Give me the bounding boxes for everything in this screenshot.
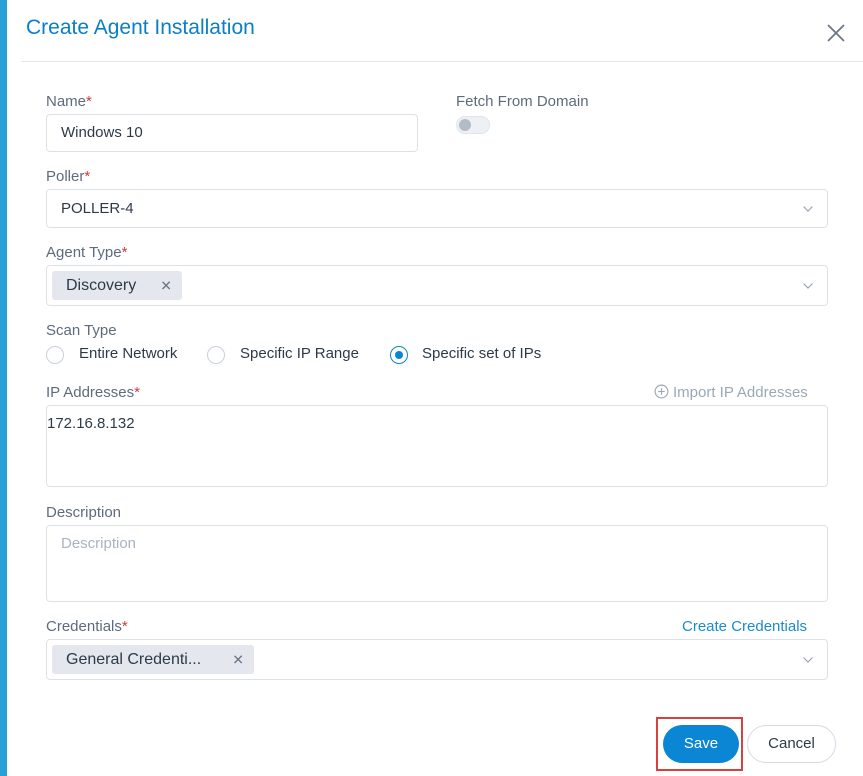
- required-marker: *: [121, 618, 128, 635]
- agent-type-label: Agent Type*: [46, 244, 128, 261]
- required-marker: *: [84, 168, 91, 185]
- import-ip-addresses-text: Import IP Addresses: [673, 384, 808, 401]
- save-button[interactable]: Save: [663, 725, 739, 763]
- description-textarea[interactable]: Description: [46, 525, 828, 602]
- ip-addresses-value: 172.16.8.132: [47, 415, 135, 432]
- import-ip-addresses-link[interactable]: Import IP Addresses: [654, 384, 808, 401]
- header-divider: [21, 61, 863, 62]
- required-marker: *: [86, 93, 92, 110]
- required-marker: *: [134, 384, 140, 401]
- fetch-from-domain-label: Fetch From Domain: [456, 93, 589, 110]
- credentials-select[interactable]: General Credenti... ✕: [46, 639, 828, 680]
- radio-specific-ip-range-label: Specific IP Range: [240, 345, 359, 362]
- chevron-down-icon: [803, 206, 813, 212]
- chevron-down-icon: [803, 657, 813, 663]
- radio-specific-set-of-ips-label: Specific set of IPs: [422, 345, 542, 362]
- required-marker: *: [121, 244, 128, 261]
- chevron-down-icon: [803, 283, 813, 289]
- cancel-button[interactable]: Cancel: [747, 725, 836, 763]
- plus-circle-icon: [654, 384, 669, 399]
- ip-addresses-textarea[interactable]: 172.16.8.132: [46, 405, 828, 487]
- agent-type-tag: Discovery ✕: [52, 271, 182, 300]
- name-input[interactable]: Windows 10: [46, 114, 418, 152]
- dialog-title: Create Agent Installation: [26, 16, 255, 39]
- description-label: Description: [46, 504, 122, 521]
- toggle-knob: [459, 119, 471, 131]
- poller-label: Poller*: [46, 168, 91, 185]
- remove-tag-icon[interactable]: ✕: [160, 271, 172, 300]
- background-window-edge: [0, 0, 7, 776]
- agent-type-select[interactable]: Discovery ✕: [46, 265, 828, 306]
- create-credentials-link[interactable]: Create Credentials: [682, 618, 807, 635]
- poller-select[interactable]: POLLER-4: [46, 189, 828, 228]
- credentials-label: Credentials*: [46, 618, 128, 635]
- fetch-from-domain-toggle[interactable]: [456, 116, 490, 134]
- remove-tag-icon[interactable]: ✕: [232, 645, 244, 674]
- credentials-tag-label: General Credenti...: [66, 651, 202, 668]
- radio-entire-network-label: Entire Network: [79, 345, 178, 362]
- radio-specific-set-of-ips[interactable]: [390, 346, 408, 364]
- radio-specific-ip-range[interactable]: [207, 346, 225, 364]
- poller-value: POLLER-4: [61, 200, 134, 217]
- create-agent-installation-dialog: Create Agent Installation Name* Windows …: [7, 0, 863, 776]
- scan-type-label: Scan Type: [46, 322, 117, 339]
- close-icon[interactable]: [825, 22, 847, 44]
- ip-addresses-label: IP Addresses*: [46, 384, 140, 401]
- credentials-tag: General Credenti... ✕: [52, 645, 254, 674]
- radio-entire-network[interactable]: [46, 346, 64, 364]
- agent-type-tag-label: Discovery: [66, 277, 137, 294]
- description-placeholder: Description: [61, 535, 137, 552]
- name-label: Name*: [46, 93, 92, 110]
